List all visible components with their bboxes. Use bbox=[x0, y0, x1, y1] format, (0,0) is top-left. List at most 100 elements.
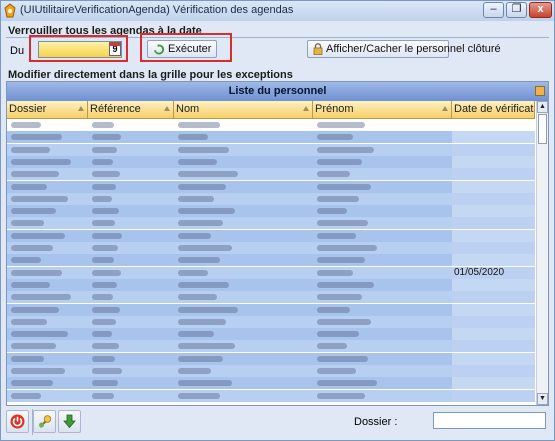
toggle-closed-staff-button[interactable]: Afficher/Cacher le personnel clôturé bbox=[307, 40, 501, 58]
table-cell[interactable] bbox=[174, 278, 314, 291]
grid-menu-icon[interactable] bbox=[535, 86, 545, 96]
table-cell[interactable] bbox=[174, 205, 314, 218]
table-cell[interactable] bbox=[452, 242, 535, 254]
table-cell[interactable] bbox=[174, 217, 314, 230]
table-row[interactable] bbox=[7, 192, 535, 205]
table-cell[interactable] bbox=[174, 328, 314, 341]
table-row[interactable] bbox=[7, 242, 535, 254]
close-button[interactable]: x bbox=[529, 2, 552, 18]
table-cell[interactable] bbox=[452, 303, 535, 316]
table-cell[interactable] bbox=[452, 143, 535, 156]
table-cell[interactable] bbox=[7, 229, 89, 242]
table-cell[interactable] bbox=[313, 217, 453, 230]
table-row[interactable] bbox=[7, 291, 535, 304]
table-row[interactable] bbox=[7, 254, 535, 267]
column-header-reference[interactable]: Référence bbox=[88, 101, 174, 118]
table-row[interactable] bbox=[7, 352, 535, 365]
table-cell[interactable] bbox=[313, 315, 453, 328]
table-cell[interactable] bbox=[174, 291, 314, 304]
column-header-dossier[interactable]: Dossier bbox=[7, 101, 88, 118]
table-cell[interactable] bbox=[88, 242, 175, 254]
restore-button[interactable]: ❐ bbox=[506, 2, 527, 18]
table-row[interactable] bbox=[7, 278, 535, 291]
table-cell[interactable] bbox=[88, 303, 175, 316]
table-row[interactable] bbox=[7, 205, 535, 218]
table-cell[interactable] bbox=[174, 143, 314, 156]
table-cell[interactable] bbox=[452, 192, 535, 205]
table-cell[interactable] bbox=[174, 303, 314, 316]
table-cell[interactable] bbox=[7, 180, 89, 193]
table-cell[interactable] bbox=[452, 328, 535, 341]
table-row[interactable] bbox=[7, 168, 535, 181]
table-cell[interactable] bbox=[313, 155, 453, 168]
table-cell[interactable] bbox=[174, 131, 314, 144]
table-cell[interactable] bbox=[313, 229, 453, 242]
table-cell[interactable] bbox=[313, 205, 453, 218]
column-header-nom[interactable]: Nom bbox=[174, 101, 313, 118]
table-row[interactable] bbox=[7, 389, 535, 402]
table-cell[interactable] bbox=[313, 328, 453, 341]
table-cell[interactable] bbox=[452, 291, 535, 304]
dossier-search-input[interactable] bbox=[433, 412, 546, 429]
table-row[interactable] bbox=[7, 328, 535, 341]
table-cell[interactable] bbox=[313, 254, 453, 267]
table-cell[interactable] bbox=[452, 119, 535, 131]
table-cell[interactable] bbox=[88, 340, 175, 353]
table-cell[interactable] bbox=[7, 119, 88, 131]
table-cell[interactable] bbox=[88, 266, 175, 279]
table-cell[interactable] bbox=[452, 377, 535, 390]
table-cell[interactable] bbox=[452, 155, 535, 168]
table-cell[interactable] bbox=[174, 254, 314, 267]
table-cell[interactable] bbox=[88, 254, 175, 267]
table-row[interactable] bbox=[7, 303, 535, 316]
table-cell[interactable] bbox=[452, 180, 535, 193]
table-cell[interactable] bbox=[88, 389, 175, 402]
table-cell[interactable] bbox=[88, 278, 175, 291]
table-cell[interactable] bbox=[452, 168, 535, 181]
table-cell[interactable] bbox=[174, 315, 314, 328]
table-cell[interactable] bbox=[313, 119, 452, 131]
table-row[interactable]: 01/05/2020 bbox=[7, 266, 535, 279]
table-row[interactable] bbox=[7, 180, 535, 193]
table-cell[interactable] bbox=[88, 155, 175, 168]
table-row[interactable] bbox=[7, 377, 535, 390]
table-cell[interactable] bbox=[7, 340, 89, 353]
table-cell[interactable] bbox=[7, 155, 89, 168]
table-cell[interactable] bbox=[313, 389, 453, 402]
table-cell[interactable] bbox=[174, 389, 314, 402]
table-cell[interactable] bbox=[88, 143, 175, 156]
table-cell[interactable] bbox=[452, 340, 535, 353]
table-cell[interactable] bbox=[313, 365, 453, 377]
table-cell[interactable] bbox=[88, 291, 175, 304]
table-cell[interactable] bbox=[313, 266, 453, 279]
table-cell[interactable] bbox=[174, 168, 314, 181]
table-cell[interactable] bbox=[452, 131, 535, 144]
table-cell[interactable] bbox=[452, 254, 535, 267]
table-cell[interactable] bbox=[7, 217, 89, 230]
tool-button[interactable] bbox=[33, 410, 56, 433]
table-cell[interactable] bbox=[174, 155, 314, 168]
grid-vertical-scrollbar[interactable]: ▲ ▼ bbox=[536, 101, 548, 405]
table-cell[interactable] bbox=[174, 242, 314, 254]
table-cell[interactable] bbox=[313, 352, 453, 365]
table-cell[interactable] bbox=[88, 119, 174, 131]
table-cell[interactable] bbox=[452, 352, 535, 365]
scroll-thumb[interactable] bbox=[538, 114, 547, 144]
scroll-down-arrow[interactable]: ▼ bbox=[537, 393, 548, 405]
table-cell[interactable] bbox=[7, 278, 89, 291]
table-cell[interactable] bbox=[7, 254, 89, 267]
table-cell[interactable] bbox=[313, 131, 453, 144]
table-cell[interactable] bbox=[313, 192, 453, 205]
table-cell[interactable] bbox=[88, 229, 175, 242]
table-row[interactable] bbox=[7, 315, 535, 328]
table-cell[interactable] bbox=[174, 192, 314, 205]
table-cell[interactable] bbox=[88, 315, 175, 328]
table-row[interactable] bbox=[7, 340, 535, 353]
table-cell[interactable] bbox=[174, 340, 314, 353]
table-cell[interactable] bbox=[174, 119, 313, 131]
table-cell[interactable] bbox=[7, 352, 89, 365]
table-cell[interactable] bbox=[7, 131, 89, 144]
table-cell[interactable] bbox=[174, 266, 314, 279]
table-cell[interactable] bbox=[88, 131, 175, 144]
table-cell[interactable] bbox=[452, 217, 535, 230]
